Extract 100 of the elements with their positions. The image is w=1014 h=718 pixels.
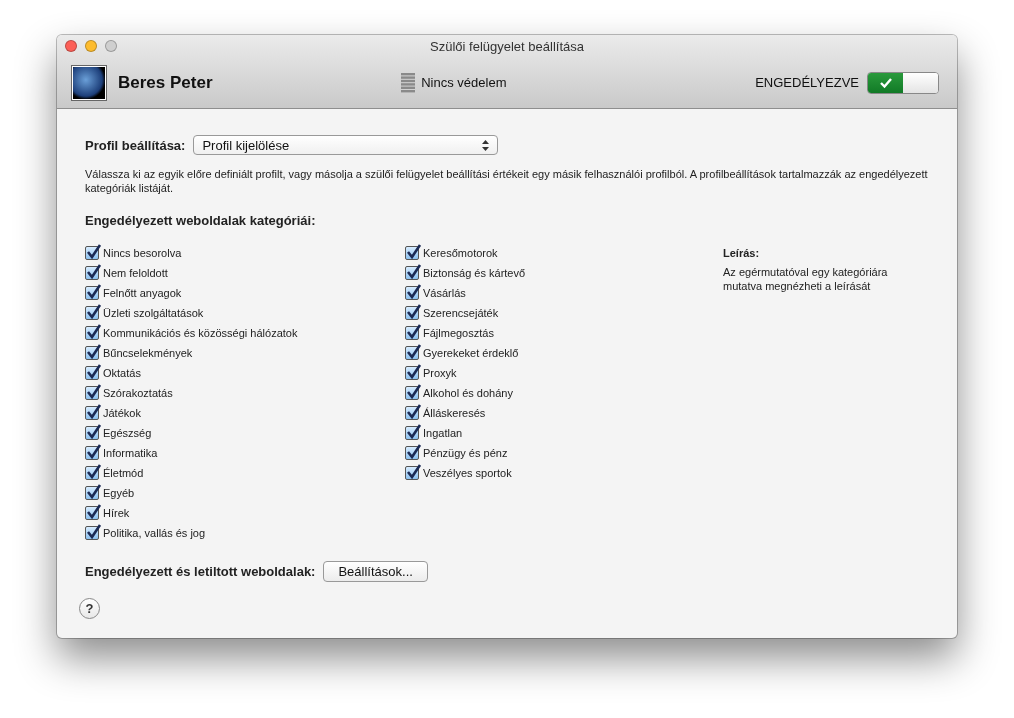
profile-select[interactable]: Profil kijelölése xyxy=(193,135,499,155)
checkmark-icon xyxy=(406,424,422,440)
checkbox[interactable] xyxy=(405,286,419,300)
checkbox[interactable] xyxy=(405,426,419,440)
category-label: Hírek xyxy=(103,507,130,519)
checkbox[interactable] xyxy=(85,306,99,320)
category-label: Álláskeresés xyxy=(423,407,486,419)
checkbox[interactable] xyxy=(85,426,99,440)
category-label: Szerencsejáték xyxy=(423,307,499,319)
category-label: Szórakoztatás xyxy=(103,387,173,399)
checkmark-icon xyxy=(86,284,102,300)
checkbox[interactable] xyxy=(85,446,99,460)
checkbox[interactable] xyxy=(85,266,99,280)
category-label: Alkohol és dohány xyxy=(423,387,513,399)
checkbox[interactable] xyxy=(85,386,99,400)
checkmark-icon xyxy=(86,384,102,400)
category-label: Ingatlan xyxy=(423,427,463,439)
category-label: Fájlmegosztás xyxy=(423,327,494,339)
profile-description: Válassza ki az egyik előre definiált profilt, vagy másolja a szülői felügyelet beállítási értékeit egy másik felhasználói profilból. A profilbeállítások tartalmazzák az engedélyezett kategóriák listáját. xyxy=(85,167,929,195)
category-label: Veszélyes sportok xyxy=(423,467,512,479)
protection-status: Nincs védelem xyxy=(421,75,507,90)
checkmark-icon xyxy=(86,364,102,380)
checkmark-icon xyxy=(406,284,422,300)
checkbox[interactable] xyxy=(85,486,99,500)
checkmark-icon xyxy=(86,344,102,360)
enabled-toggle[interactable] xyxy=(867,71,939,94)
description-title: Leírás: xyxy=(723,246,761,261)
enabled-label: ENGEDÉLYEZVE xyxy=(755,75,859,90)
category-label: Üzleti szolgáltatások xyxy=(103,307,204,319)
category-label: Informatika xyxy=(103,447,158,459)
category-label: Gyerekeket érdeklő xyxy=(423,347,519,359)
checkbox[interactable] xyxy=(85,326,99,340)
checkmark-icon xyxy=(86,404,102,420)
checkbox[interactable] xyxy=(85,406,99,420)
checkbox[interactable] xyxy=(85,466,99,480)
checkmark-icon xyxy=(406,264,422,280)
checkbox[interactable] xyxy=(85,366,99,380)
profile-label: Profil beállítása: xyxy=(85,137,186,153)
checkmark-icon xyxy=(878,76,893,89)
checkbox[interactable] xyxy=(405,466,419,480)
checkbox[interactable] xyxy=(405,406,419,420)
checkmark-icon xyxy=(86,304,102,320)
bars-icon xyxy=(401,72,416,93)
category-label: Biztonság és kártevő xyxy=(423,267,526,279)
category-label: Keresőmotorok xyxy=(423,247,498,259)
category-label: Nincs besorolva xyxy=(103,247,182,259)
category-label: Életmód xyxy=(103,467,144,479)
checkbox[interactable] xyxy=(405,346,419,360)
checkbox[interactable] xyxy=(405,306,419,320)
checkbox[interactable] xyxy=(405,266,419,280)
category-label: Egészség xyxy=(103,427,152,439)
checkmark-icon xyxy=(406,444,422,460)
category-label: Bűncselekmények xyxy=(103,347,193,359)
checkmark-icon xyxy=(86,244,102,260)
checkbox[interactable] xyxy=(405,246,419,260)
checkmark-icon xyxy=(86,484,102,500)
section-title: Engedélyezett weboldalak kategóriái: xyxy=(85,213,316,228)
checkmark-icon xyxy=(406,404,422,420)
category-label: Egyéb xyxy=(103,487,135,499)
checkbox[interactable] xyxy=(405,326,419,340)
globe-avatar xyxy=(72,65,106,100)
checkmark-icon xyxy=(86,504,102,520)
checkbox[interactable] xyxy=(405,366,419,380)
checkmark-icon xyxy=(406,244,422,260)
checkmark-icon xyxy=(86,324,102,340)
category-label: Oktatás xyxy=(103,367,141,379)
checkmark-icon xyxy=(406,324,422,340)
category-label: Politika, vallás és jog xyxy=(103,527,206,539)
checkbox[interactable] xyxy=(85,286,99,300)
category-label: Vásárlás xyxy=(423,287,466,299)
checkbox[interactable] xyxy=(85,506,99,520)
user-name: Beres Peter xyxy=(118,72,213,93)
updown-arrows-icon xyxy=(482,139,490,151)
checkmark-icon xyxy=(86,264,102,280)
checkmark-icon xyxy=(86,524,102,540)
checkmark-icon xyxy=(406,344,422,360)
checkmark-icon xyxy=(86,424,102,440)
category-label: Felnőtt anyagok xyxy=(103,287,182,299)
checkbox[interactable] xyxy=(405,446,419,460)
checkmark-icon xyxy=(86,464,102,480)
checkmark-icon xyxy=(406,384,422,400)
window-title: Szülői felügyelet beállítása xyxy=(430,38,584,54)
close-icon[interactable] xyxy=(65,40,77,52)
description-text: Az egérmutatóval egy kategóriára mutatva megnézheti a leírását xyxy=(723,265,889,293)
checkmark-icon xyxy=(406,304,422,320)
category-label: Nem feloldott xyxy=(103,267,168,279)
checkbox[interactable] xyxy=(85,246,99,260)
category-label: Kommunikációs és közösségi hálózatok xyxy=(103,327,298,339)
checkmark-icon xyxy=(86,444,102,460)
checkbox[interactable] xyxy=(85,346,99,360)
checkbox[interactable] xyxy=(405,386,419,400)
category-label: Játékok xyxy=(103,407,141,419)
checkmark-icon xyxy=(406,464,422,480)
checkmark-icon xyxy=(406,364,422,380)
help-button[interactable]: ? xyxy=(79,598,100,619)
settings-button[interactable]: Beállítások... xyxy=(323,561,428,582)
category-label: Proxyk xyxy=(423,367,457,379)
checkbox[interactable] xyxy=(85,526,99,540)
category-label: Pénzügy és pénz xyxy=(423,447,508,459)
websites-label: Engedélyezett és letiltott weboldalak: xyxy=(85,564,316,579)
